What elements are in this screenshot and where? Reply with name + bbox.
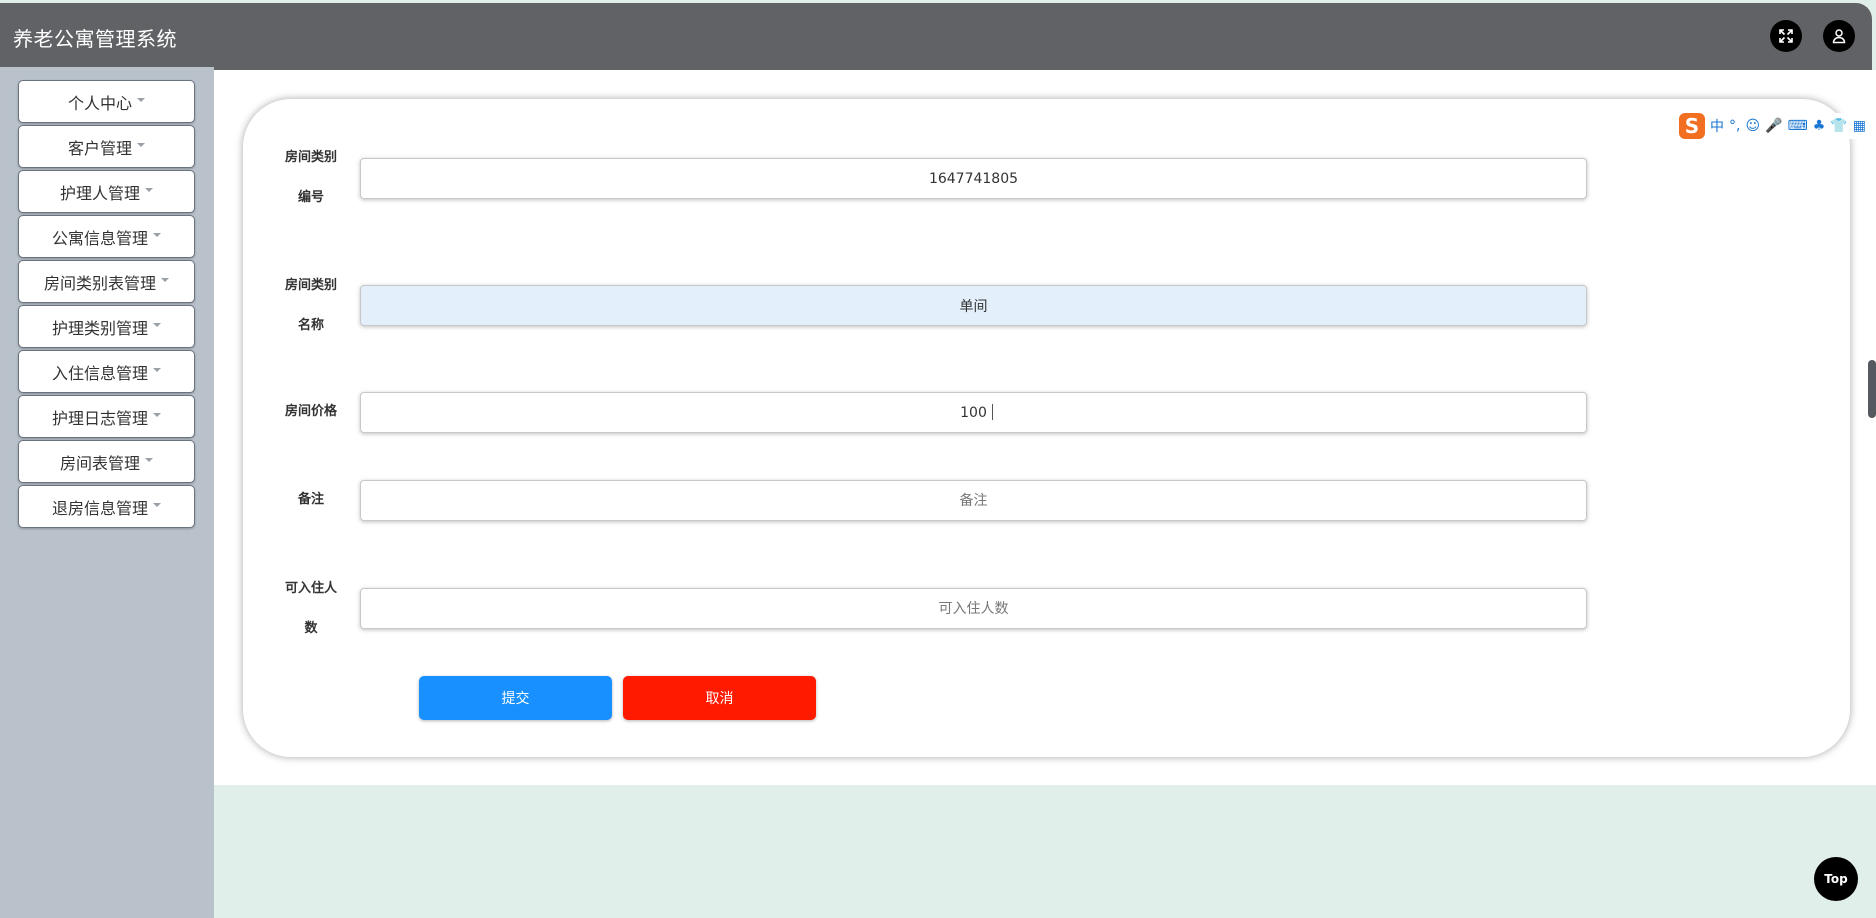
sidebar-item-care-categories[interactable]: 护理类别管理 [18,305,195,348]
submit-button[interactable]: 提交 [419,676,612,720]
sidebar-item-label: 公寓信息管理 [51,228,148,248]
capacity-field[interactable] [360,588,1587,629]
room-category-id-field[interactable] [360,158,1587,199]
sidebar-item-label: 护理人管理 [59,183,140,203]
fullscreen-icon [1779,29,1793,43]
sidebar-item-care-logs[interactable]: 护理日志管理 [18,395,195,438]
sidebar-item-label: 退房信息管理 [51,498,148,518]
sidebar-item-label: 护理类别管理 [51,318,148,338]
app-title: 养老公寓管理系统 [13,27,177,51]
user-menu-button[interactable] [1823,20,1855,52]
room-price-field[interactable] [360,392,1587,433]
text-cursor-icon [992,404,993,420]
sidebar-item-label: 入住信息管理 [51,363,148,383]
caret-down-icon [145,457,153,462]
top-header: 养老公寓管理系统 [0,3,1872,70]
caret-down-icon [153,502,161,507]
cancel-button[interactable]: 取消 [623,676,816,720]
label-line: 名称 [297,318,324,333]
sidebar-item-label: 房间表管理 [59,453,140,473]
caret-down-icon [145,187,153,192]
caret-down-icon [161,277,169,282]
sidebar-item-room-categories[interactable]: 房间类别表管理 [18,260,195,303]
room-category-name-select[interactable] [360,285,1587,326]
caret-down-icon [153,232,161,237]
caret-down-icon [137,142,145,147]
capacity-label: 可入住人 数 [278,569,344,649]
scrollbar-thumb[interactable] [1868,360,1876,418]
caret-down-icon [153,367,161,372]
room-category-id-label: 房间类别 编号 [278,138,344,218]
sidebar-item-apartments[interactable]: 公寓信息管理 [18,215,195,258]
sidebar-item-label: 客户管理 [67,138,132,158]
label-line: 可入住人 [284,581,337,596]
sidebar-item-personal-center[interactable]: 个人中心 [18,80,195,123]
ime-menu-icon[interactable]: ▦ [1853,118,1866,134]
ime-toolbar[interactable]: S 中 °, ☺ 🎤 ⌨ ♣ 👕 ▦ [1675,113,1870,139]
ime-voice-icon[interactable]: 🎤 [1765,118,1782,134]
ime-keyboard-icon[interactable]: ⌨ [1788,118,1808,134]
remark-label: 备注 [297,492,324,507]
ime-skin-icon[interactable]: 👕 [1830,118,1847,134]
sidebar-item-caregivers[interactable]: 护理人管理 [18,170,195,213]
ime-punctuation-icon[interactable]: °, [1729,118,1740,134]
back-to-top-button[interactable]: Top [1814,857,1858,901]
caret-down-icon [153,412,161,417]
user-icon [1832,29,1846,44]
label-line: 房间类别 [284,278,337,293]
room-category-name-label: 房间类别 名称 [278,266,344,346]
fullscreen-button[interactable] [1770,20,1802,52]
sogou-logo-icon: S [1679,113,1705,139]
sidebar-item-rooms[interactable]: 房间表管理 [18,440,195,483]
sidebar-item-label: 房间类别表管理 [43,273,156,293]
sidebar-item-label: 个人中心 [67,93,132,113]
caret-down-icon [153,322,161,327]
ime-emoji-icon[interactable]: ☺ [1745,118,1760,134]
ime-mode-icon[interactable]: 中 [1710,116,1724,136]
sidebar-item-customers[interactable]: 客户管理 [18,125,195,168]
caret-down-icon [137,97,145,102]
sidebar-item-checkins[interactable]: 入住信息管理 [18,350,195,393]
label-line: 数 [304,621,318,636]
sidebar-item-label: 护理日志管理 [51,408,148,428]
label-line: 房间类别 [284,150,337,165]
sidebar-item-checkouts[interactable]: 退房信息管理 [18,485,195,528]
room-price-label: 房间价格 [284,404,337,419]
remark-field[interactable] [360,480,1587,521]
label-line: 编号 [297,190,324,205]
ime-user-icon[interactable]: ♣ [1813,118,1826,134]
